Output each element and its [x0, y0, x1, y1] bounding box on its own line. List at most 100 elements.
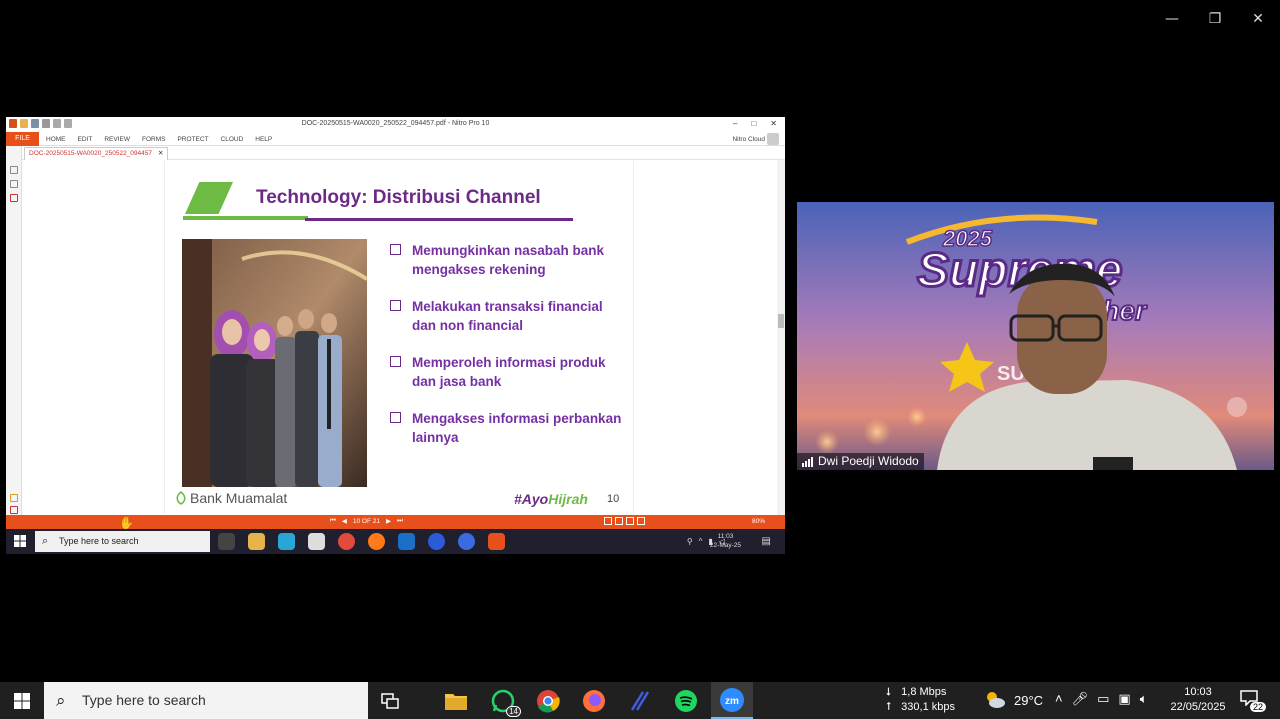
- windows-start-icon[interactable]: [14, 535, 26, 547]
- chevron-up-icon[interactable]: ^: [699, 537, 703, 546]
- volume-icon[interactable]: 🔈︎: [1140, 691, 1148, 707]
- remote-clock[interactable]: 11:03 22-May-25: [710, 532, 741, 550]
- signal-strength-icon: [802, 456, 813, 467]
- bullet-item: Memungkinkan nasabah bank mengakses reke…: [390, 241, 630, 279]
- svg-text:zm: zm: [725, 696, 739, 707]
- taskbar: ⌕ Type here to search 14 zm ⭣ 1,8 Mbps ⭡ 33…: [0, 682, 1280, 719]
- menu-help[interactable]: HELP: [255, 136, 272, 143]
- menu-file[interactable]: FILE: [6, 132, 39, 146]
- menu-review[interactable]: REVIEW: [104, 136, 130, 143]
- zoom-app-icon[interactable]: [428, 533, 445, 550]
- attachments-panel-icon[interactable]: [10, 194, 18, 202]
- task-view-icon[interactable]: [376, 687, 404, 715]
- ie-icon[interactable]: [398, 533, 415, 550]
- nitro-ribbon-menu: FILE HOME EDIT REVIEW FORMS PROTECT CLOU…: [6, 132, 785, 146]
- nitro-maximize-button[interactable]: □: [751, 119, 756, 128]
- file-explorer-icon[interactable]: [248, 533, 265, 550]
- system-tray: ˄ 🎤︎ ▭ ▣ 🔈︎: [1055, 691, 1148, 707]
- zoom-level[interactable]: 80%: [752, 518, 765, 525]
- file-explorer-icon[interactable]: [442, 687, 470, 715]
- search-box[interactable]: ⌕ Type here to search: [44, 682, 368, 719]
- weather-widget[interactable]: 29°C: [984, 690, 1043, 710]
- zoom-app-icon[interactable]: zm: [711, 682, 753, 719]
- document-tab[interactable]: DOC-20250515-WA0020_250522_094457 ✕: [24, 147, 169, 160]
- battery-icon[interactable]: ▭: [1097, 691, 1109, 707]
- nitro-app-icon[interactable]: [488, 533, 505, 550]
- upload-icon: ⭡: [886, 701, 892, 713]
- edge-icon[interactable]: [278, 533, 295, 550]
- temperature: 29°C: [1014, 692, 1044, 708]
- output-panel-icon[interactable]: [10, 506, 18, 514]
- bullet-item: Melakukan transaksi financial dan non fi…: [390, 297, 630, 335]
- chrome-icon[interactable]: [338, 533, 355, 550]
- chevron-up-icon[interactable]: ˄: [1055, 691, 1063, 707]
- first-page-icon[interactable]: ⏮: [330, 517, 336, 525]
- whatsapp-icon[interactable]: 14: [489, 687, 521, 717]
- grid-view-icon[interactable]: [637, 517, 645, 525]
- avatar[interactable]: [767, 133, 779, 145]
- bank-logo: Bank Muamalat: [175, 490, 287, 506]
- continuous-view-icon[interactable]: [615, 517, 623, 525]
- close-tab-icon[interactable]: ✕: [158, 148, 163, 160]
- firefox-icon[interactable]: [368, 533, 385, 550]
- network-speed: ⭣ 1,8 Mbps ⭡ 330,1 kbps: [886, 686, 955, 713]
- menu-edit[interactable]: EDIT: [78, 136, 93, 143]
- next-page-icon[interactable]: ▶: [386, 517, 391, 525]
- nitro-titlebar: DOC-20250515-WA0020_250522_094457.pdf - …: [6, 117, 785, 132]
- nitro-side-panel: [6, 146, 22, 516]
- menu-forms[interactable]: FORMS: [142, 136, 165, 143]
- menu-cloud[interactable]: CLOUD: [221, 136, 244, 143]
- pen-app-icon[interactable]: [626, 687, 654, 715]
- title-underline-green: [183, 216, 308, 220]
- menu-home[interactable]: HOME: [46, 136, 66, 143]
- task-view-icon[interactable]: [218, 533, 235, 550]
- video-frame: 2025 Supreme ther SU RUA: [797, 202, 1274, 470]
- windows-start-icon[interactable]: [14, 693, 30, 709]
- slide-accent-shape: [185, 182, 233, 214]
- microphone-icon[interactable]: 🎤︎: [1072, 691, 1089, 707]
- bullet-item: Mengakses informasi perbankan lainnya: [390, 409, 630, 447]
- minimize-button[interactable]: —: [1161, 8, 1183, 30]
- meeting-app-icon[interactable]: [458, 533, 475, 550]
- chrome-icon[interactable]: [534, 687, 562, 715]
- comments-panel-icon[interactable]: [10, 494, 18, 502]
- clock[interactable]: 10:03 22/05/2025: [1168, 685, 1228, 715]
- close-button[interactable]: ✕: [1247, 8, 1269, 30]
- spotify-icon[interactable]: [672, 687, 700, 715]
- facing-view-icon[interactable]: [626, 517, 634, 525]
- document-tab-label: DOC-20250515-WA0020_250522_094457: [29, 150, 152, 157]
- title-underline-purple: [305, 218, 573, 221]
- scroll-thumb[interactable]: [778, 314, 784, 328]
- slide-page: Technology: Distribusi Channel Memungkin…: [164, 161, 634, 514]
- shared-screen: DOC-20250515-WA0020_250522_094457.pdf - …: [6, 117, 785, 554]
- remote-search-box[interactable]: ⌕ Type here to search: [35, 531, 210, 552]
- nitro-cloud-link[interactable]: Nitro Cloud: [732, 136, 765, 143]
- nitro-close-button[interactable]: ✕: [770, 119, 777, 128]
- menu-protect[interactable]: PROTECT: [177, 136, 208, 143]
- nitro-minimize-button[interactable]: –: [733, 119, 737, 128]
- hand-cursor-icon: ✋: [119, 516, 134, 530]
- page-indicator[interactable]: 10 OF 21: [353, 518, 380, 525]
- single-page-view-icon[interactable]: [604, 517, 612, 525]
- document-tab-bar: DOC-20250515-WA0020_250522_094457 ✕: [6, 146, 785, 160]
- last-page-icon[interactable]: ⏭: [397, 517, 403, 525]
- prev-page-icon[interactable]: ◀: [342, 517, 347, 525]
- people-icon[interactable]: ⚲: [687, 537, 693, 546]
- participant-video[interactable]: 2025 Supreme ther SU RUA Dwi Poedji Wido…: [797, 202, 1274, 470]
- checkbox-bullet-icon: [390, 356, 401, 367]
- clock-time: 10:03: [1184, 686, 1212, 698]
- notification-center-icon[interactable]: 22: [1240, 690, 1266, 712]
- notification-count: 22: [1249, 702, 1266, 712]
- mail-icon[interactable]: [308, 533, 325, 550]
- remote-notification-icon[interactable]: ▤: [762, 536, 771, 547]
- network-icon[interactable]: ▣: [1118, 691, 1130, 707]
- slide-hashtag: #AyoHijrah: [514, 491, 588, 507]
- whatsapp-badge: 14: [506, 706, 521, 717]
- bookmarks-panel-icon[interactable]: [10, 180, 18, 188]
- pages-panel-icon[interactable]: [10, 166, 18, 174]
- leaf-logo-icon: [176, 491, 186, 505]
- checkbox-bullet-icon: [390, 412, 401, 423]
- document-scrollbar[interactable]: [777, 160, 785, 515]
- restore-button[interactable]: ❐: [1204, 8, 1226, 30]
- firefox-icon[interactable]: [580, 687, 608, 715]
